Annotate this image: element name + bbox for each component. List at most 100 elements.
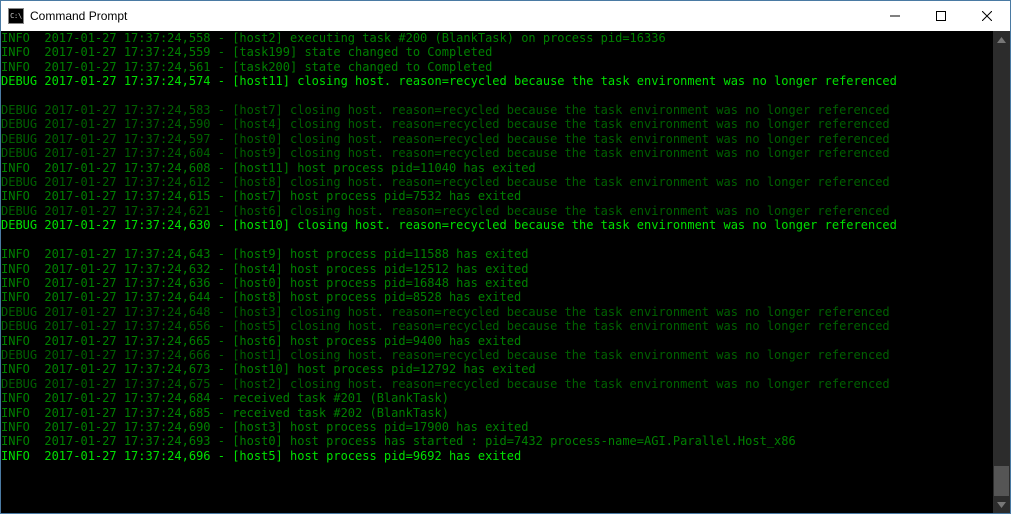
log-message: [host10] host process pid=12792 has exit… — [232, 362, 535, 376]
log-line: DEBUG 2017-01-27 17:37:24,630 - [host10]… — [1, 218, 993, 232]
log-message: [host6] host process pid=9400 has exited — [232, 334, 521, 348]
log-level: DEBUG — [1, 74, 37, 88]
log-message: [host9] host process pid=11588 has exite… — [232, 247, 528, 261]
log-line: DEBUG 2017-01-27 17:37:24,612 - [host8] … — [1, 175, 993, 189]
log-line — [1, 89, 993, 103]
log-level: INFO — [1, 161, 37, 175]
log-level: INFO — [1, 189, 37, 203]
log-message: [host6] closing host. reason=recycled be… — [232, 204, 889, 218]
log-timestamp: 2017-01-27 17:37:24,574 - — [37, 74, 232, 88]
log-timestamp: 2017-01-27 17:37:24,684 - — [37, 391, 232, 405]
maximize-button[interactable] — [918, 1, 964, 31]
log-message: [task200] state changed to Completed — [232, 60, 492, 74]
log-message: [host2] closing host. reason=recycled be… — [232, 377, 889, 391]
log-level: INFO — [1, 334, 37, 348]
log-timestamp: 2017-01-27 17:37:24,685 - — [37, 406, 232, 420]
log-timestamp: 2017-01-27 17:37:24,559 - — [37, 45, 232, 59]
log-timestamp: 2017-01-27 17:37:24,690 - — [37, 420, 232, 434]
scroll-up-button[interactable] — [993, 31, 1010, 48]
log-level: DEBUG — [1, 175, 37, 189]
log-timestamp: 2017-01-27 17:37:24,632 - — [37, 262, 232, 276]
log-line: DEBUG 2017-01-27 17:37:24,675 - [host2] … — [1, 377, 993, 391]
log-timestamp: 2017-01-27 17:37:24,656 - — [37, 319, 232, 333]
command-prompt-icon: C:\ — [8, 8, 24, 24]
log-message: [host0] host process pid=16848 has exite… — [232, 276, 528, 290]
log-timestamp: 2017-01-27 17:37:24,666 - — [37, 348, 232, 362]
log-line: INFO 2017-01-27 17:37:24,643 - [host9] h… — [1, 247, 993, 261]
log-message: [host9] closing host. reason=recycled be… — [232, 146, 889, 160]
log-message: [host7] closing host. reason=recycled be… — [232, 103, 889, 117]
log-level: DEBUG — [1, 377, 37, 391]
log-line: INFO 2017-01-27 17:37:24,693 - [host0] h… — [1, 434, 993, 448]
log-level: INFO — [1, 362, 37, 376]
log-level: INFO — [1, 276, 37, 290]
console-output[interactable]: INFO 2017-01-27 17:37:24,558 - [host2] e… — [1, 31, 993, 513]
console-client-area: INFO 2017-01-27 17:37:24,558 - [host2] e… — [1, 31, 1010, 513]
log-line: DEBUG 2017-01-27 17:37:24,574 - [host11]… — [1, 74, 993, 88]
log-timestamp: 2017-01-27 17:37:24,583 - — [37, 103, 232, 117]
log-level: INFO — [1, 406, 37, 420]
log-timestamp: 2017-01-27 17:37:24,693 - — [37, 434, 232, 448]
log-message: received task #201 (BlankTask) — [232, 391, 449, 405]
log-message: received task #202 (BlankTask) — [232, 406, 449, 420]
log-timestamp: 2017-01-27 17:37:24,558 - — [37, 31, 232, 45]
scrollbar-track[interactable] — [993, 48, 1010, 496]
log-level: DEBUG — [1, 218, 37, 232]
scrollbar-thumb[interactable] — [994, 466, 1009, 496]
log-level: INFO — [1, 449, 37, 463]
log-line: INFO 2017-01-27 17:37:24,644 - [host8] h… — [1, 290, 993, 304]
log-message: [task199] state changed to Completed — [232, 45, 492, 59]
log-message: [host11] closing host. reason=recycled b… — [232, 74, 897, 88]
log-line: DEBUG 2017-01-27 17:37:24,583 - [host7] … — [1, 103, 993, 117]
log-timestamp: 2017-01-27 17:37:24,604 - — [37, 146, 232, 160]
vertical-scrollbar[interactable] — [993, 31, 1010, 513]
log-line: INFO 2017-01-27 17:37:24,673 - [host10] … — [1, 362, 993, 376]
log-level: INFO — [1, 262, 37, 276]
log-level: DEBUG — [1, 204, 37, 218]
log-message: [host0] host process has started : pid=7… — [232, 434, 796, 448]
log-line: INFO 2017-01-27 17:37:24,561 - [task200]… — [1, 60, 993, 74]
log-line: INFO 2017-01-27 17:37:24,684 - received … — [1, 391, 993, 405]
close-button[interactable] — [964, 1, 1010, 31]
log-timestamp: 2017-01-27 17:37:24,675 - — [37, 377, 232, 391]
log-line: DEBUG 2017-01-27 17:37:24,656 - [host5] … — [1, 319, 993, 333]
log-level: DEBUG — [1, 132, 37, 146]
log-line: INFO 2017-01-27 17:37:24,558 - [host2] e… — [1, 31, 993, 45]
log-message: [host5] host process pid=9692 has exited — [232, 449, 521, 463]
log-timestamp: 2017-01-27 17:37:24,597 - — [37, 132, 232, 146]
log-line: INFO 2017-01-27 17:37:24,632 - [host4] h… — [1, 262, 993, 276]
log-level: DEBUG — [1, 117, 37, 131]
log-message: [host11] host process pid=11040 has exit… — [232, 161, 535, 175]
log-level: INFO — [1, 31, 37, 45]
window-controls — [872, 1, 1010, 31]
log-level: DEBUG — [1, 319, 37, 333]
log-message: [host0] closing host. reason=recycled be… — [232, 132, 889, 146]
log-line: INFO 2017-01-27 17:37:24,696 - [host5] h… — [1, 449, 993, 463]
log-timestamp: 2017-01-27 17:37:24,612 - — [37, 175, 232, 189]
log-message: [host7] host process pid=7532 has exited — [232, 189, 521, 203]
log-message: [host10] closing host. reason=recycled b… — [232, 218, 897, 232]
log-message: [host3] closing host. reason=recycled be… — [232, 305, 889, 319]
log-timestamp: 2017-01-27 17:37:24,648 - — [37, 305, 232, 319]
log-timestamp: 2017-01-27 17:37:24,665 - — [37, 334, 232, 348]
command-prompt-window: C:\ Command Prompt INFO 2017-01-27 17:37… — [0, 0, 1011, 514]
log-timestamp: 2017-01-27 17:37:24,621 - — [37, 204, 232, 218]
log-message: [host4] closing host. reason=recycled be… — [232, 117, 889, 131]
log-line: DEBUG 2017-01-27 17:37:24,590 - [host4] … — [1, 117, 993, 131]
log-level: INFO — [1, 247, 37, 261]
scroll-down-button[interactable] — [993, 496, 1010, 513]
log-level: INFO — [1, 45, 37, 59]
minimize-button[interactable] — [872, 1, 918, 31]
titlebar[interactable]: C:\ Command Prompt — [1, 1, 1010, 31]
log-level: DEBUG — [1, 103, 37, 117]
log-message: [host8] closing host. reason=recycled be… — [232, 175, 889, 189]
log-line: DEBUG 2017-01-27 17:37:24,604 - [host9] … — [1, 146, 993, 160]
log-level: INFO — [1, 60, 37, 74]
log-message: [host1] closing host. reason=recycled be… — [232, 348, 889, 362]
log-message: [host5] closing host. reason=recycled be… — [232, 319, 889, 333]
log-line: DEBUG 2017-01-27 17:37:24,621 - [host6] … — [1, 204, 993, 218]
log-level: DEBUG — [1, 348, 37, 362]
log-line: INFO 2017-01-27 17:37:24,608 - [host11] … — [1, 161, 993, 175]
log-timestamp: 2017-01-27 17:37:24,561 - — [37, 60, 232, 74]
log-timestamp: 2017-01-27 17:37:24,696 - — [37, 449, 232, 463]
